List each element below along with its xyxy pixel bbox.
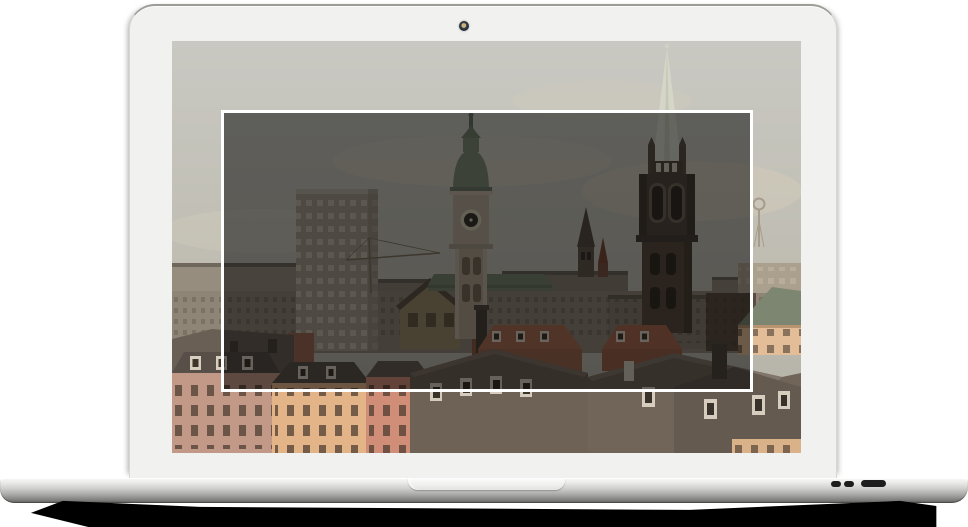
laptop-lid (129, 4, 837, 478)
side-port-slot (861, 480, 886, 487)
photo-frame-overlay (221, 110, 753, 392)
laptop-screen (172, 41, 801, 453)
side-port-dot (831, 481, 841, 487)
webcam-icon (459, 21, 469, 31)
laptop-base (0, 478, 968, 503)
side-port-dot (844, 481, 854, 487)
laptop-mockup (0, 0, 968, 527)
hinge-notch (408, 478, 565, 490)
